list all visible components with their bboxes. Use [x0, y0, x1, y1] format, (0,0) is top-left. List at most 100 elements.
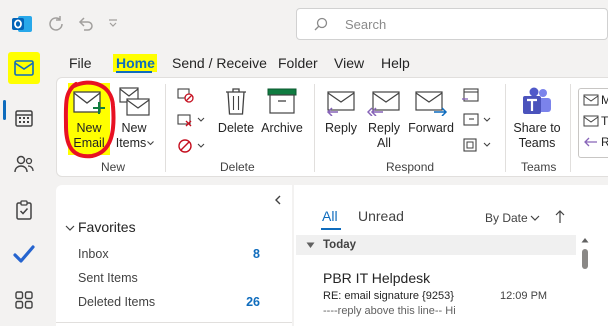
folder-inbox[interactable]: Inbox [78, 247, 109, 261]
app-rail [0, 48, 48, 326]
clean-up-icon [177, 114, 205, 127]
search-box[interactable]: Search [296, 8, 608, 40]
chevron-down-icon[interactable] [65, 224, 75, 232]
reply-button[interactable]: Reply [322, 82, 360, 142]
collapse-pane-icon[interactable] [274, 195, 282, 205]
group-label-new: New [101, 160, 126, 174]
scrollbar[interactable] [578, 235, 592, 326]
tab-help[interactable]: Help [381, 55, 410, 71]
message-subject: RE: email signature {9253} [323, 290, 454, 302]
teams-icon [523, 87, 551, 114]
tab-file[interactable]: File [69, 55, 92, 71]
divider [56, 322, 292, 323]
sync-icon[interactable] [46, 14, 66, 39]
new-items-button[interactable]: New Items [114, 82, 154, 154]
customize-toolbar-icon[interactable] [107, 16, 119, 34]
delete-button[interactable]: Delete [216, 82, 256, 142]
tab-send-receive[interactable]: Send / Receive [172, 55, 267, 71]
sort-direction-icon[interactable] [555, 210, 565, 224]
search-icon [313, 17, 329, 38]
share-to-teams-button[interactable]: Share to Teams [512, 82, 562, 158]
new-items-icon [119, 87, 150, 116]
chevron-down-icon[interactable] [530, 214, 540, 222]
active-filter-underline [321, 228, 341, 230]
scroll-up-icon[interactable] [581, 237, 589, 243]
im-icon [463, 113, 491, 126]
reply-delete-icon [584, 137, 597, 147]
title-bar: Search [0, 0, 608, 48]
move-to-icon [583, 94, 599, 106]
ignore-button[interactable] [176, 87, 198, 108]
more-apps-button[interactable] [8, 284, 40, 316]
forward-icon [415, 91, 448, 116]
forward-label: Forward [408, 121, 454, 135]
trash-icon [226, 88, 246, 115]
people-icon [14, 155, 34, 173]
tab-folder[interactable]: Folder [278, 55, 318, 71]
todo-app-button[interactable] [8, 238, 40, 270]
share-to-teams-label-1: Share to [513, 121, 561, 135]
calendar-app-button[interactable] [8, 102, 40, 134]
quick-step-2: T [601, 114, 608, 128]
reply-all-label-1: Reply [368, 121, 400, 135]
sort-by-date[interactable]: By Date [485, 211, 528, 225]
scrollbar-thumb[interactable] [582, 249, 588, 269]
clean-up-button[interactable] [176, 112, 206, 133]
deleted-items-count: 26 [246, 295, 260, 309]
calendar-icon [15, 110, 33, 127]
quick-step-1: M [601, 93, 608, 107]
team-email-icon [583, 115, 599, 127]
archive-label: Archive [261, 121, 303, 135]
share-to-teams-label-2: Teams [518, 136, 556, 150]
chevron-down-icon [147, 141, 154, 146]
group-header-label: Today [323, 239, 357, 251]
quick-step-3: R [601, 135, 608, 149]
reply-all-icon [367, 91, 400, 116]
message-preview: ----reply above this line-- Hi [323, 305, 456, 317]
apps-grid-icon [15, 291, 33, 309]
ribbon-separator [165, 84, 166, 172]
filter-unread-tab[interactable]: Unread [358, 208, 404, 224]
archive-button[interactable]: Archive [260, 82, 304, 142]
mail-icon [14, 60, 34, 76]
ribbon-separator [570, 84, 571, 172]
clipboard-check-icon [16, 200, 32, 220]
group-label-teams: Teams [521, 160, 557, 174]
group-label-delete: Delete [220, 160, 255, 174]
people-app-button[interactable] [8, 148, 40, 180]
todo-check-icon [13, 245, 35, 263]
junk-icon [178, 139, 205, 153]
ribbon-separator [314, 84, 315, 172]
quick-steps-gallery[interactable]: M T R [578, 88, 608, 158]
message-time: 12:09 PM [500, 290, 548, 302]
im-reply-button[interactable] [461, 112, 493, 133]
tab-view[interactable]: View [334, 55, 364, 71]
meeting-reply-button[interactable] [461, 87, 481, 108]
forward-button[interactable]: Forward [408, 82, 454, 142]
reply-all-button[interactable]: Reply All [364, 82, 404, 158]
active-indicator [3, 100, 6, 120]
favorites-header[interactable]: Favorites [78, 219, 136, 235]
more-respond-icon [463, 138, 491, 152]
filter-all-tab[interactable]: All [322, 208, 338, 224]
junk-button[interactable] [176, 137, 206, 160]
ribbon-separator [505, 84, 506, 172]
chevron-down-icon[interactable] [306, 242, 315, 249]
red-annotation-circle [63, 80, 116, 159]
tab-home[interactable]: Home [116, 55, 155, 71]
undo-icon[interactable] [76, 14, 96, 39]
archive-icon [267, 88, 297, 114]
ignore-icon [177, 88, 194, 103]
folder-sent-items[interactable]: Sent Items [78, 271, 138, 285]
new-items-label-1: New [121, 121, 147, 135]
message-item[interactable]: PBR IT Helpdesk RE: email signature {925… [296, 258, 576, 326]
outlook-logo-icon [11, 13, 33, 35]
tasks-app-button[interactable] [8, 194, 40, 226]
reply-all-label-2: All [377, 136, 391, 150]
group-label-respond: Respond [386, 160, 435, 174]
mail-app-button[interactable] [8, 52, 40, 84]
folder-deleted-items[interactable]: Deleted Items [78, 295, 155, 309]
more-respond-button[interactable] [461, 137, 493, 158]
message-sender: PBR IT Helpdesk [323, 270, 431, 286]
meeting-icon [462, 88, 479, 102]
